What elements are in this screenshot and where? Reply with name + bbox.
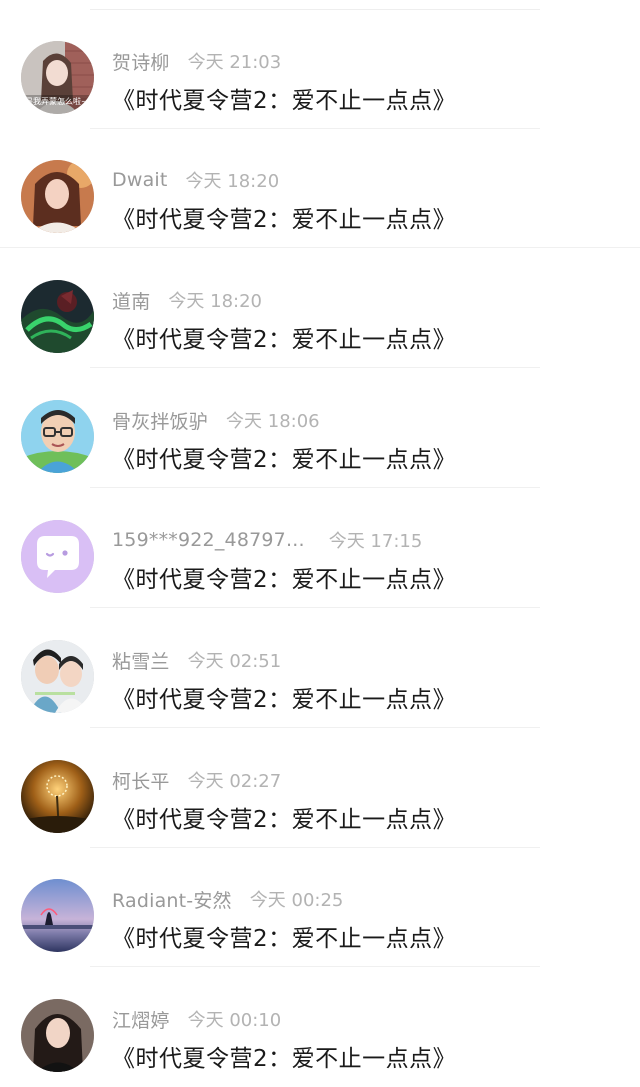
row-divider bbox=[90, 487, 540, 488]
message-text: 《时代夏令营2：爱不止一点点》 bbox=[112, 447, 457, 473]
name-line: 柯长平 今天 02:27 bbox=[112, 767, 281, 793]
avatar-sunset-silhouette-photo-icon bbox=[21, 879, 94, 952]
avatar-girl-warm-tone-photo-icon bbox=[21, 160, 94, 233]
row-divider bbox=[90, 607, 540, 608]
avatar[interactable] bbox=[21, 160, 94, 233]
avatar-couple-photo-icon bbox=[21, 640, 94, 713]
message-text: 《时代夏令营2：爱不止一点点》 bbox=[112, 88, 457, 114]
avatar[interactable] bbox=[21, 520, 94, 593]
list-item[interactable]: 柯长平 今天 02:27 《时代夏令营2：爱不止一点点》 bbox=[0, 729, 640, 848]
row-divider bbox=[90, 727, 540, 728]
timestamp: 今天 18:20 bbox=[185, 171, 280, 192]
avatar[interactable] bbox=[21, 760, 94, 833]
username[interactable]: 骨灰拌饭驴 bbox=[112, 407, 208, 434]
row-divider bbox=[90, 966, 540, 967]
avatar-girl-dark-hair-photo-icon bbox=[21, 999, 94, 1072]
username[interactable]: 贺诗柳 bbox=[112, 48, 170, 75]
username[interactable]: 159***922_48797... bbox=[112, 529, 305, 551]
avatar-dandelion-sunset-photo-icon bbox=[21, 760, 94, 833]
list-item[interactable]: 骨灰拌饭驴 今天 18:06 《时代夏令营2：爱不止一点点》 bbox=[0, 369, 640, 488]
username[interactable]: Radiant-安然 bbox=[112, 886, 232, 913]
list-item[interactable]: 粘雪兰 今天 02:51 《时代夏令营2：爱不止一点点》 bbox=[0, 609, 640, 728]
name-line: 粘雪兰 今天 02:51 bbox=[112, 647, 281, 673]
name-line: 159***922_48797... 今天 17:15 bbox=[112, 527, 422, 553]
avatar-caption: 是我弄蒙怎么啦~ bbox=[25, 97, 88, 106]
timestamp: 今天 21:03 bbox=[187, 52, 282, 73]
message-text: 《时代夏令营2：爱不止一点点》 bbox=[112, 1046, 457, 1072]
message-text: 《时代夏令营2：爱不止一点点》 bbox=[112, 926, 457, 952]
avatar[interactable] bbox=[21, 879, 94, 952]
message-text: 《时代夏令营2：爱不止一点点》 bbox=[112, 807, 457, 833]
avatar-default-purple-chat-bubble-icon bbox=[21, 520, 94, 593]
list-item[interactable]: 是我弄蒙怎么啦~ 贺诗柳 今天 21:03 《时代夏令营2：爱不止一点点》 bbox=[0, 10, 640, 129]
name-line: 贺诗柳 今天 21:03 bbox=[112, 48, 281, 74]
avatar-glasses-man-cartoon-icon bbox=[21, 400, 94, 473]
avatar[interactable]: 是我弄蒙怎么啦~ bbox=[21, 41, 94, 114]
list-item[interactable]: 道南 今天 18:20 《时代夏令营2：爱不止一点点》 bbox=[0, 249, 640, 368]
timestamp: 今天 00:10 bbox=[187, 1010, 282, 1031]
message-text: 《时代夏令营2：爱不止一点点》 bbox=[112, 687, 457, 713]
avatar[interactable] bbox=[21, 400, 94, 473]
list-item[interactable]: Radiant-安然 今天 00:25 《时代夏令营2：爱不止一点点》 bbox=[0, 848, 640, 967]
username[interactable]: 柯长平 bbox=[112, 767, 170, 794]
row-divider bbox=[0, 247, 640, 248]
avatar-green-dragon-art-icon bbox=[21, 280, 94, 353]
username[interactable]: 江熠婷 bbox=[112, 1006, 170, 1033]
timestamp: 今天 18:20 bbox=[168, 291, 263, 312]
username[interactable]: 道南 bbox=[112, 287, 150, 314]
timestamp: 今天 00:25 bbox=[249, 890, 344, 911]
avatar[interactable] bbox=[21, 640, 94, 713]
name-line: 江熠婷 今天 00:10 bbox=[112, 1006, 281, 1032]
name-line: Radiant-安然 今天 00:25 bbox=[112, 886, 343, 912]
timestamp: 今天 18:06 bbox=[226, 411, 320, 432]
username[interactable]: 粘雪兰 bbox=[112, 647, 170, 674]
name-line: 骨灰拌饭驴 今天 18:06 bbox=[112, 407, 320, 433]
timestamp: 今天 02:51 bbox=[187, 651, 282, 672]
timestamp: 今天 17:15 bbox=[328, 531, 423, 552]
avatar[interactable] bbox=[21, 999, 94, 1072]
timestamp: 今天 02:27 bbox=[187, 771, 282, 792]
row-divider bbox=[90, 367, 540, 368]
name-line: 道南 今天 18:20 bbox=[112, 287, 262, 313]
message-text: 《时代夏令营2：爱不止一点点》 bbox=[112, 207, 457, 233]
list-item[interactable]: 159***922_48797... 今天 17:15 《时代夏令营2：爱不止一… bbox=[0, 489, 640, 608]
username[interactable]: Dwait bbox=[112, 169, 168, 191]
avatar[interactable] bbox=[21, 280, 94, 353]
name-line: Dwait 今天 18:20 bbox=[112, 167, 279, 193]
message-text: 《时代夏令营2：爱不止一点点》 bbox=[112, 327, 457, 353]
list-item[interactable]: Dwait 今天 18:20 《时代夏令营2：爱不止一点点》 bbox=[0, 129, 640, 248]
list-item[interactable]: 江熠婷 今天 00:10 《时代夏令营2：爱不止一点点》 bbox=[0, 968, 640, 1087]
message-text: 《时代夏令营2：爱不止一点点》 bbox=[112, 567, 457, 593]
